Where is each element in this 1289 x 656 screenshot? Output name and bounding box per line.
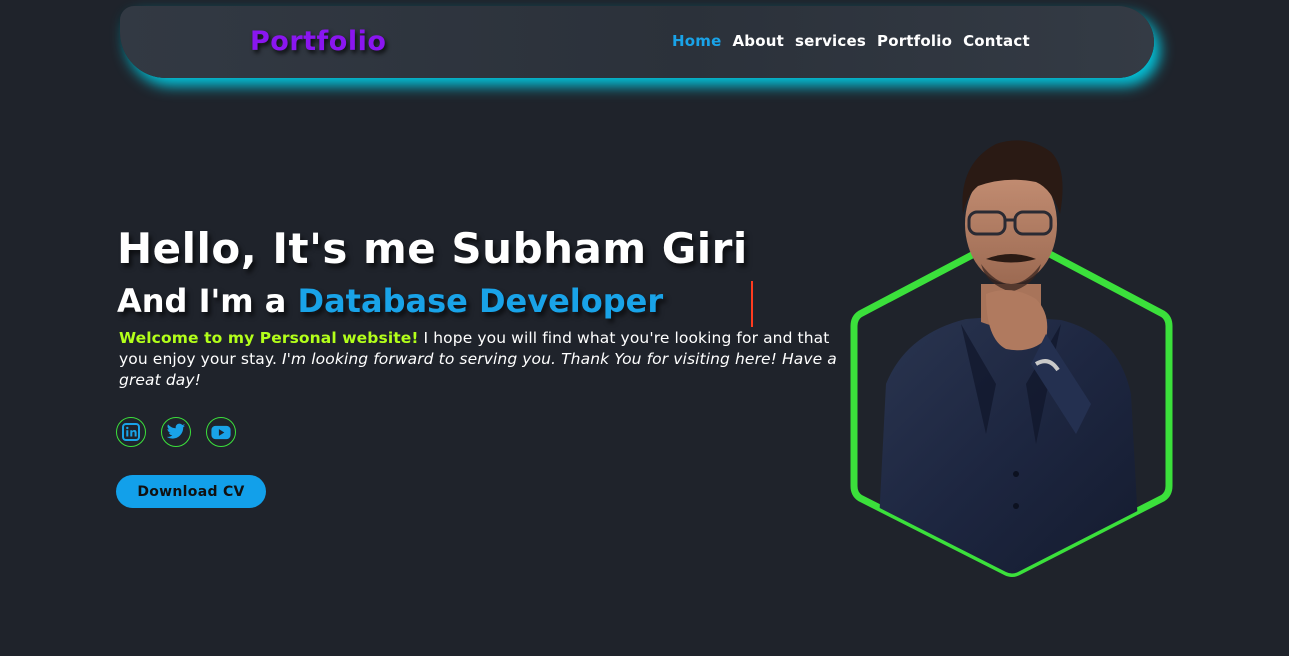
youtube-link[interactable]: [206, 417, 236, 447]
logo[interactable]: Portfolio: [250, 26, 386, 57]
hero-subtitle-prefix: And I'm a: [117, 282, 287, 320]
intro-paragraph: Welcome to my Personal website! I hope y…: [119, 328, 859, 391]
header-bar: Portfolio Home About services Portfolio …: [120, 6, 1154, 78]
linkedin-icon: [122, 423, 140, 441]
nav-portfolio[interactable]: Portfolio: [877, 32, 952, 50]
linkedin-link[interactable]: [116, 417, 146, 447]
nav-about[interactable]: About: [732, 32, 784, 50]
profile-portrait: [850, 140, 1173, 577]
typing-cursor: [751, 281, 753, 327]
hero-subtitle: And I'm a Database Developer: [117, 282, 663, 320]
nav-services[interactable]: services: [795, 32, 866, 50]
hero-title: Hello, It's me Subham Giri: [117, 224, 748, 273]
intro-welcome: Welcome to my Personal website!: [119, 329, 419, 347]
twitter-link[interactable]: [161, 417, 191, 447]
main-nav: Home About services Portfolio Contact: [672, 32, 1030, 50]
page: Portfolio Home About services Portfolio …: [0, 0, 1289, 656]
nav-contact[interactable]: Contact: [963, 32, 1030, 50]
hero-role: Database Developer: [297, 282, 664, 320]
twitter-icon: [166, 423, 186, 439]
download-cv-button[interactable]: Download CV: [116, 475, 266, 508]
youtube-icon: [211, 425, 231, 439]
social-links: [116, 417, 236, 447]
nav-home[interactable]: Home: [672, 32, 721, 50]
